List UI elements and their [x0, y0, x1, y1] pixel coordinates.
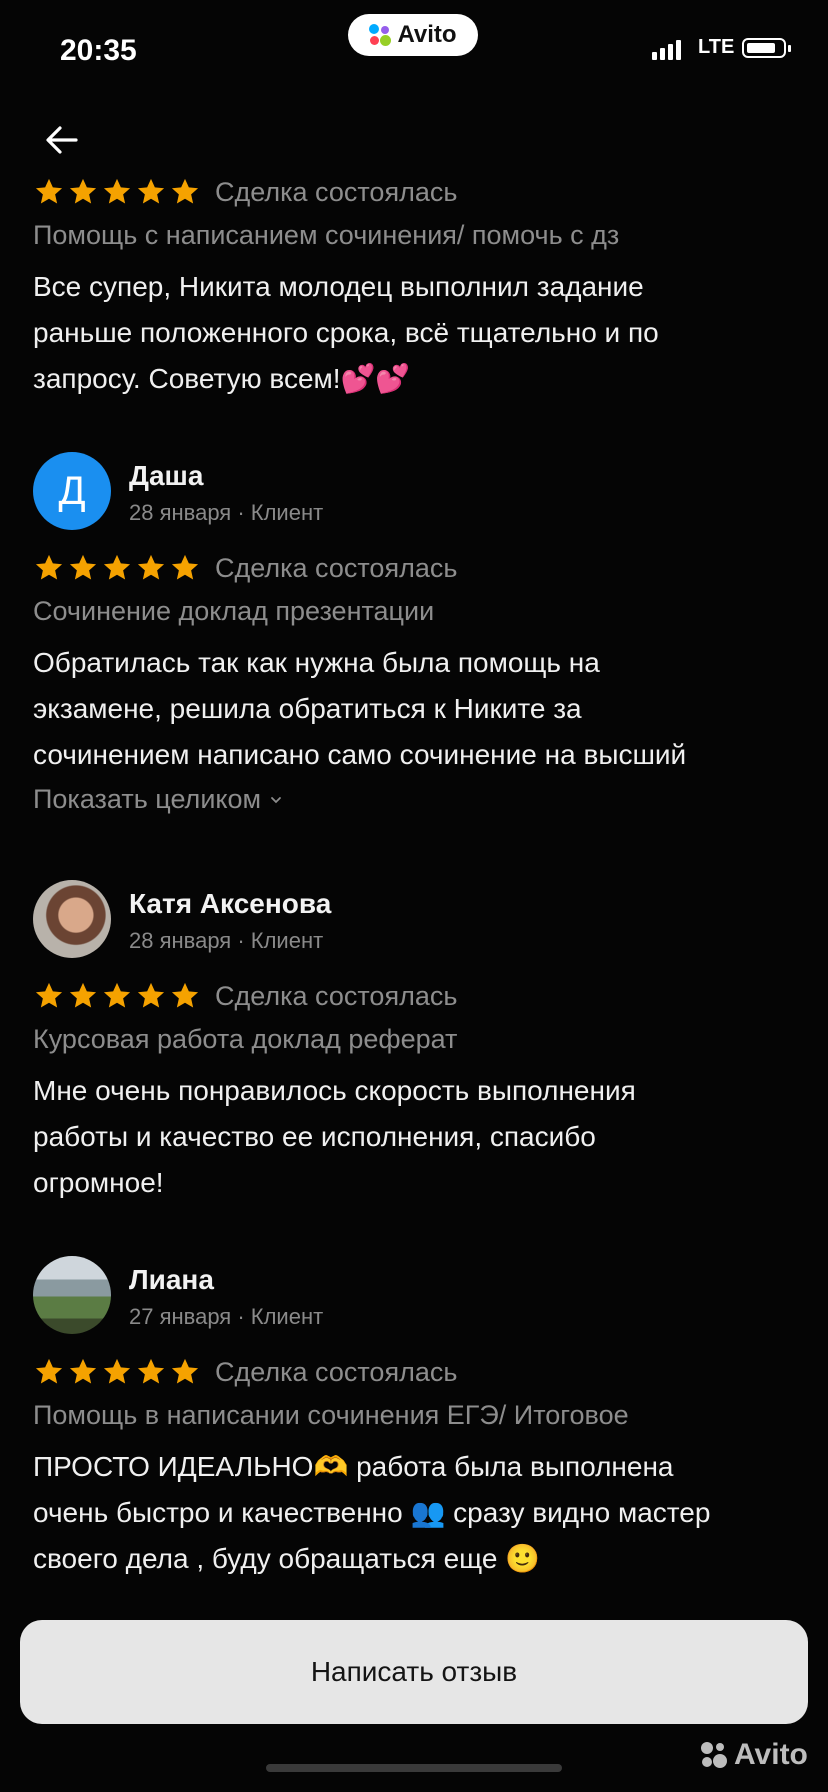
star-icon: [103, 1358, 131, 1384]
star-icon: [35, 1358, 63, 1384]
rating-row: Сделка состоялась: [33, 172, 793, 212]
review-text-line: работы и качество ее исполнения, спасибо: [33, 1121, 596, 1152]
star-icon: [137, 178, 165, 204]
write-review-button[interactable]: Написать отзыв: [20, 1620, 808, 1724]
deal-status: Сделка состоялась: [215, 176, 458, 207]
rating-stars: [33, 176, 201, 208]
star-icon: [35, 178, 63, 204]
deal-status: Сделка состоялась: [215, 980, 458, 1011]
star-icon: [137, 982, 165, 1008]
star-icon: [103, 554, 131, 580]
star-icon: [69, 982, 97, 1008]
service-name: Сочинение доклад презентации: [33, 596, 435, 626]
show-more-label: Показать целиком: [33, 784, 262, 814]
review-text: Обратилась так как нужна была помощь на …: [33, 640, 793, 778]
review-text: ПРОСТО ИДЕАЛЬНО🫶 работа была выполнена о…: [33, 1444, 793, 1582]
signal-icon: [652, 40, 681, 60]
author-name[interactable]: Катя Аксенова: [129, 888, 331, 920]
star-icon: [171, 982, 199, 1008]
rating-row: Сделка состоялась: [33, 548, 793, 588]
star-icon: [171, 178, 199, 204]
reviews-screen: 20:35 Avito LTE Сделка состоялась Помощь…: [0, 0, 828, 1792]
review-text-line: Все супер, Никита молодец выполнил задан…: [33, 271, 644, 302]
review-meta: 27 января · Клиент: [129, 1304, 324, 1329]
service-name: Курсовая работа доклад реферат: [33, 1024, 458, 1054]
review-text-line: ПРОСТО ИДЕАЛЬНО🫶 работа была выполнена: [33, 1451, 674, 1482]
home-indicator[interactable]: [266, 1764, 562, 1772]
deal-status: Сделка состоялась: [215, 552, 458, 583]
star-icon: [35, 982, 63, 1008]
review-text-line: раньше положенного срока, всё тщательно …: [33, 317, 659, 348]
avito-watermark: Avito: [700, 1738, 808, 1772]
star-icon: [69, 178, 97, 204]
watermark-label: Avito: [734, 1738, 808, 1771]
review-header: Д Даша 28 января · Клиент: [33, 452, 793, 532]
status-time: 20:35: [60, 34, 137, 67]
deal-status: Сделка состоялась: [215, 1356, 458, 1387]
review-text-line: Обратилась так как нужна была помощь на: [33, 647, 600, 678]
avito-badge: Avito: [348, 14, 478, 56]
service-name: Помощь с написанием сочинения/ помочь с …: [33, 220, 620, 250]
service-name: Помощь в написании сочинения ЕГЭ/ Итогов…: [33, 1400, 629, 1430]
avito-logo-icon: [369, 24, 392, 46]
star-icon: [103, 178, 131, 204]
review-text-line: своего дела , буду обращаться еще 🙂: [33, 1543, 541, 1574]
avatar[interactable]: [33, 1256, 111, 1334]
star-icon: [103, 982, 131, 1008]
star-icon: [171, 554, 199, 580]
review-meta: 28 января · Клиент: [129, 500, 324, 525]
avito-logo-icon: [701, 1742, 727, 1768]
network-type: LTE: [698, 36, 735, 58]
avito-badge-label: Avito: [397, 21, 457, 48]
star-icon: [69, 554, 97, 580]
review-meta: 28 января · Клиент: [129, 928, 324, 953]
author-name[interactable]: Даша: [129, 460, 203, 492]
review-text-line: экзамене, решила обратиться к Никите за: [33, 693, 582, 724]
avatar[interactable]: [33, 880, 111, 958]
review-text: Мне очень понравилось скорость выполнени…: [33, 1068, 793, 1206]
star-icon: [69, 1358, 97, 1384]
author-name[interactable]: Лиана: [129, 1264, 214, 1296]
review-text-line: Мне очень понравилось скорость выполнени…: [33, 1075, 636, 1106]
avatar[interactable]: Д: [33, 452, 111, 530]
review-header: Лиана 27 января · Клиент: [33, 1256, 793, 1336]
star-icon: [137, 1358, 165, 1384]
chevron-down-icon: [271, 796, 281, 803]
star-icon: [35, 554, 63, 580]
back-arrow-icon[interactable]: [40, 118, 84, 162]
rating-stars: [33, 1356, 201, 1388]
show-more-link[interactable]: Показать целиком: [33, 784, 283, 815]
review-text-line: очень быстро и качественно 👥 сразу видно…: [33, 1497, 711, 1528]
star-icon: [171, 1358, 199, 1384]
rating-row: Сделка состоялась: [33, 976, 793, 1016]
rating-stars: [33, 980, 201, 1012]
review-text-line: сочинением написано само сочинение на вы…: [33, 739, 687, 770]
rating-row: Сделка состоялась: [33, 1352, 793, 1392]
star-icon: [137, 554, 165, 580]
review-text: Все супер, Никита молодец выполнил задан…: [33, 264, 793, 402]
battery-cap: [788, 45, 791, 52]
review-text-line: огромное!: [33, 1167, 164, 1198]
review-text-line: запросу. Советую всем!💕💕: [33, 363, 411, 394]
rating-stars: [33, 552, 201, 584]
battery-icon: [742, 38, 786, 58]
review-header: Катя Аксенова 28 января · Клиент: [33, 880, 793, 960]
